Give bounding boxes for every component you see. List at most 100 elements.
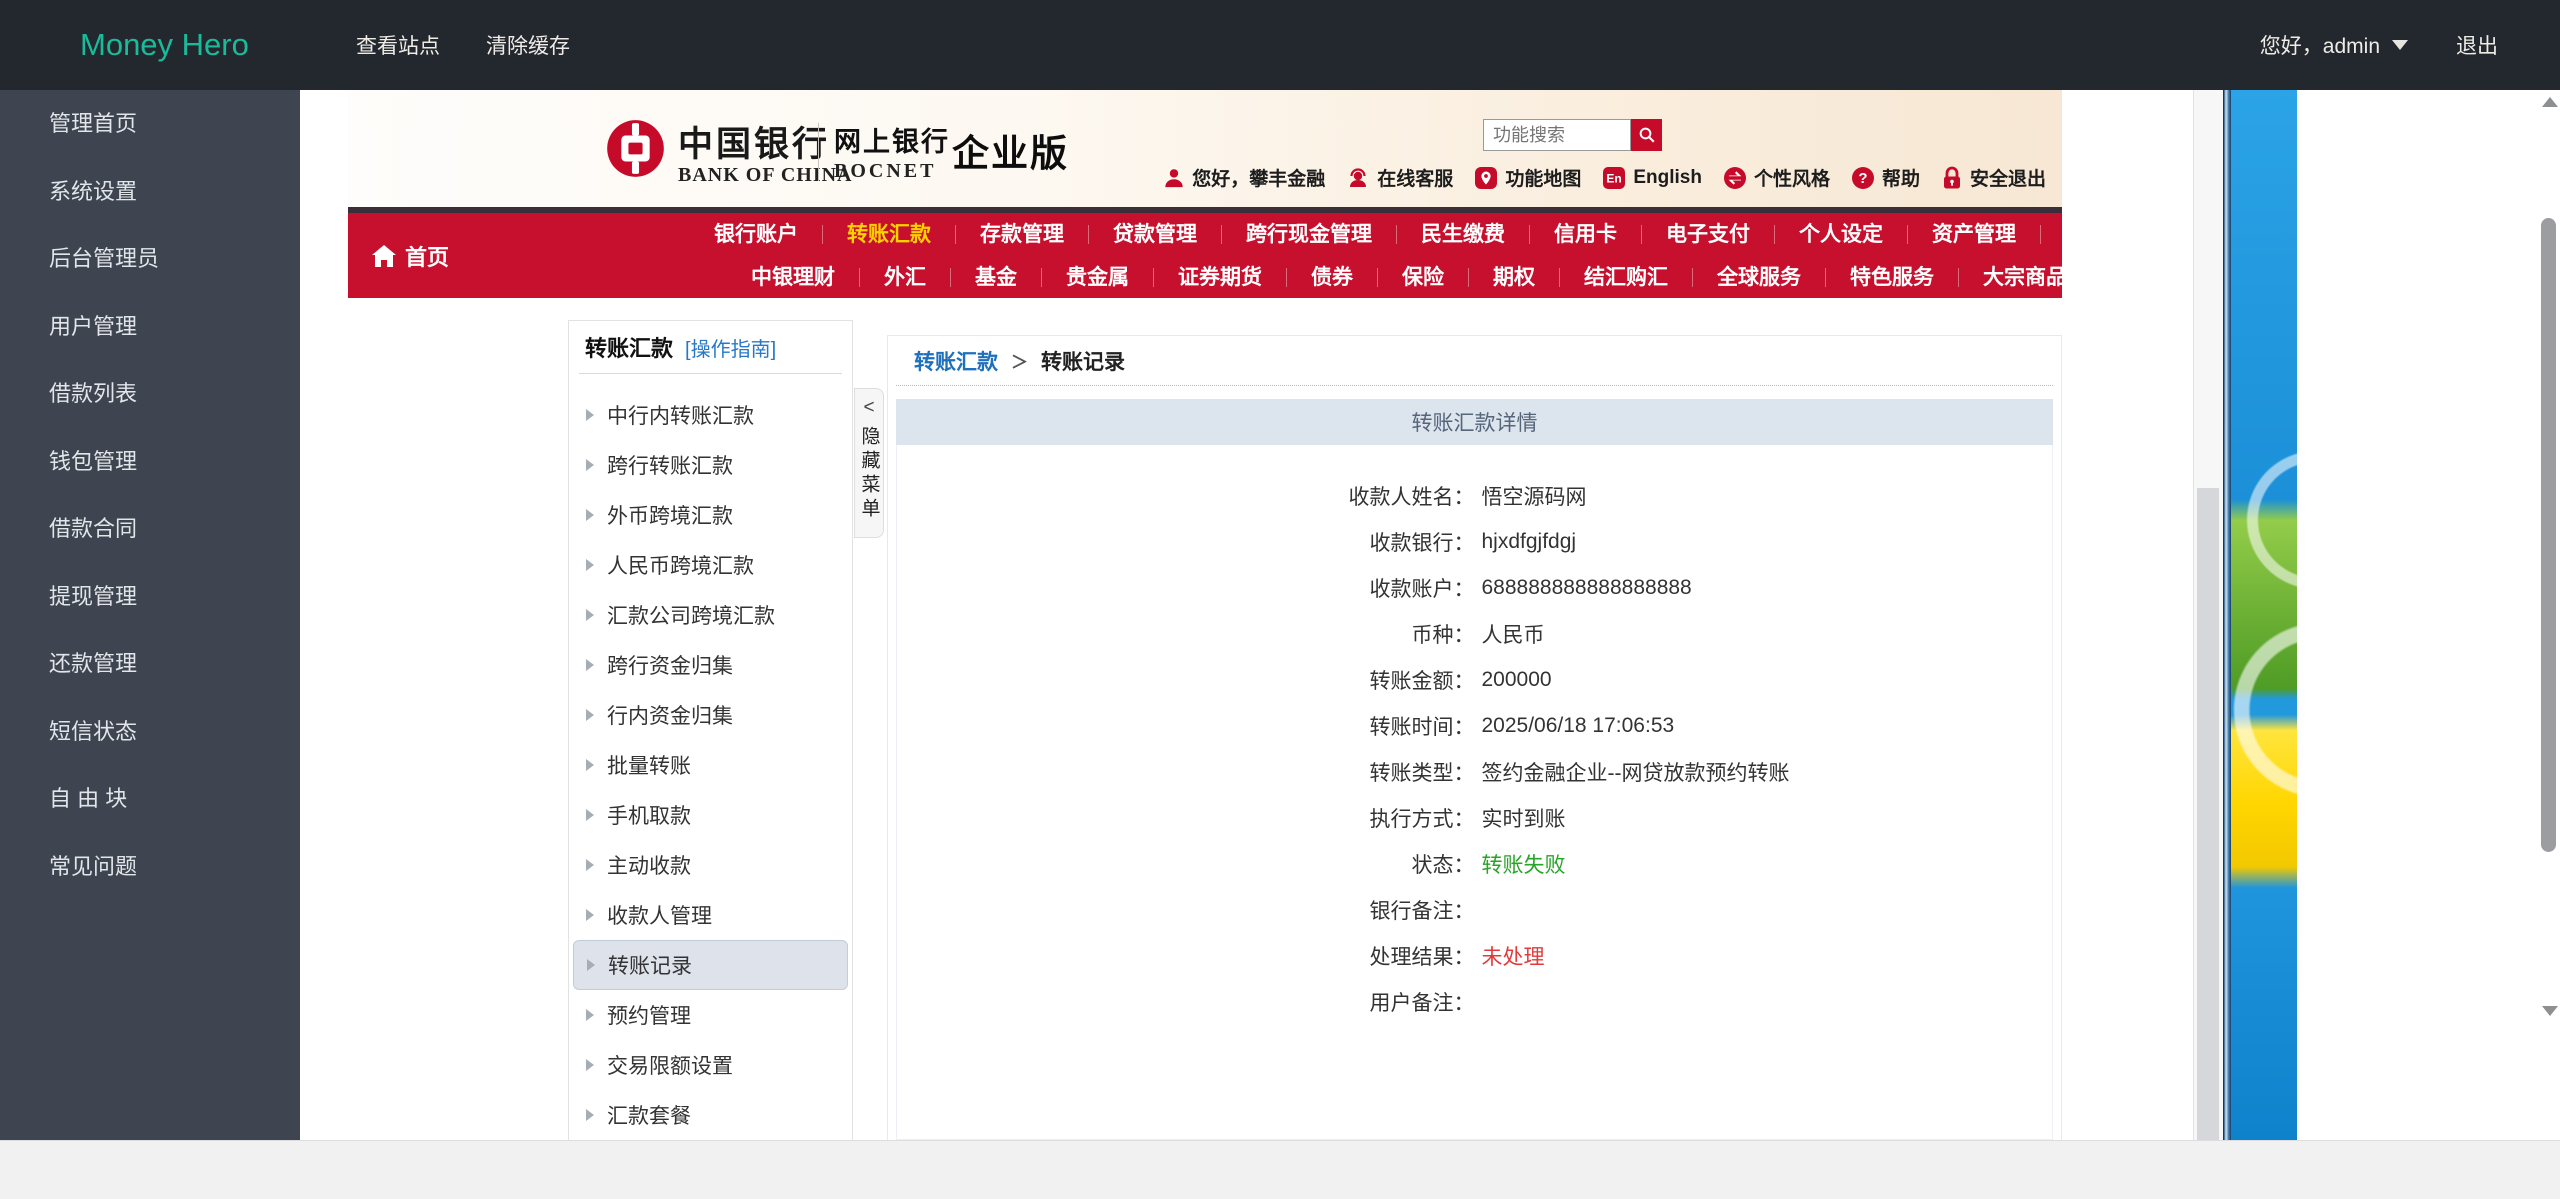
svg-text:En: En xyxy=(1607,171,1622,185)
menu-item-label: 手机取款 xyxy=(607,800,691,830)
menu-title-text: 转账汇款 xyxy=(585,331,673,363)
online-service-label: 在线客服 xyxy=(1377,164,1453,191)
clear-cache-link[interactable]: 清除缓存 xyxy=(486,30,570,60)
menu-item-cross-bank-pooling[interactable]: 跨行资金归集 xyxy=(569,640,852,690)
nav-item-credit-card[interactable]: 信用卡 xyxy=(1530,225,1642,244)
map-pin-icon xyxy=(1474,166,1498,190)
nav-item-entrepreneur-services[interactable]: 企业家服务 xyxy=(2041,225,2193,244)
sidebar-item-admins[interactable]: 后台管理员 xyxy=(0,225,300,293)
nav-item-securities-futures[interactable]: 证券期货 xyxy=(1154,268,1287,287)
style-switch-link[interactable]: 个性风格 xyxy=(1723,164,1830,191)
user-menu[interactable]: 您好，admin xyxy=(2260,30,2408,60)
sidebar-item-free-block[interactable]: 自 由 块 xyxy=(0,765,300,833)
operation-guide-link[interactable]: [操作指南] xyxy=(685,333,776,362)
menu-item-cross-bank-transfer[interactable]: 跨行转账汇款 xyxy=(569,440,852,490)
logout-link[interactable]: 退出 xyxy=(2456,30,2498,60)
menu-item-intra-bank-transfer[interactable]: 中行内转账汇款 xyxy=(569,390,852,440)
nav-item-precious-metals[interactable]: 贵金属 xyxy=(1042,268,1154,287)
search-button[interactable] xyxy=(1631,119,1662,151)
menu-item-batch-transfer[interactable]: 批量转账 xyxy=(569,740,852,790)
menu-item-active-collection[interactable]: 主动收款 xyxy=(569,840,852,890)
sidebar-item-wallet[interactable]: 钱包管理 xyxy=(0,428,300,496)
breadcrumb-parent[interactable]: 转账汇款 xyxy=(914,346,998,376)
sidebar-item-repayment[interactable]: 还款管理 xyxy=(0,630,300,698)
function-map-link[interactable]: 功能地图 xyxy=(1474,164,1581,191)
english-link[interactable]: En English xyxy=(1602,166,1702,190)
footer-band xyxy=(0,1140,2560,1199)
detail-label: 转账金额： xyxy=(897,665,1475,695)
detail-label: 币种： xyxy=(897,619,1475,649)
sidebar-item-system-settings[interactable]: 系统设置 xyxy=(0,158,300,226)
nav-item-boc-wealth[interactable]: 中银理财 xyxy=(727,268,860,287)
function-map-label: 功能地图 xyxy=(1505,164,1581,191)
menu-item-transaction-limit[interactable]: 交易限额设置 xyxy=(569,1040,852,1090)
arrow-right-icon xyxy=(586,909,594,921)
sidebar-item-loan-contract[interactable]: 借款合同 xyxy=(0,495,300,563)
header-divider xyxy=(818,123,819,181)
nav-item-personal-settings[interactable]: 个人设定 xyxy=(1775,225,1908,244)
nav-item-cross-bank-cash[interactable]: 跨行现金管理 xyxy=(1222,225,1397,244)
detail-value: 2025/06/18 17:06:53 xyxy=(1475,714,2053,738)
menu-item-intra-bank-pooling[interactable]: 行内资金归集 xyxy=(569,690,852,740)
sidebar-item-home[interactable]: 管理首页 xyxy=(0,90,300,158)
logged-in-user[interactable]: 您好，攀丰金融 xyxy=(1163,164,1325,191)
nav-item-funds[interactable]: 基金 xyxy=(951,268,1042,287)
menu-item-label: 交易限额设置 xyxy=(607,1050,733,1080)
hide-menu-tab[interactable]: < 隐藏菜单 xyxy=(854,388,884,538)
brand-logo[interactable]: Money Hero xyxy=(80,0,249,90)
english-label: English xyxy=(1633,167,1702,189)
outer-scrollbar-thumb[interactable] xyxy=(2541,218,2556,852)
nav-row-1: 银行账户 转账汇款 存款管理 贷款管理 跨行现金管理 民生缴费 信用卡 电子支付… xyxy=(690,213,2193,256)
help-link[interactable]: ? 帮助 xyxy=(1851,164,1920,191)
sidebar-item-faq[interactable]: 常见问题 xyxy=(0,833,300,901)
sidebar-item-users[interactable]: 用户管理 xyxy=(0,293,300,361)
nav-item-options[interactable]: 期权 xyxy=(1469,268,1560,287)
nav-item-transfer[interactable]: 转账汇款 xyxy=(823,225,956,244)
nav-item-deposit[interactable]: 存款管理 xyxy=(956,225,1089,244)
nav-item-commodities[interactable]: 大宗商品 xyxy=(1959,268,2091,287)
menu-item-label: 汇款公司跨境汇款 xyxy=(607,600,775,630)
nav-item-bonds[interactable]: 债券 xyxy=(1287,268,1378,287)
nav-item-global-services[interactable]: 全球服务 xyxy=(1693,268,1826,287)
outer-scroll-up-icon[interactable] xyxy=(2542,97,2558,107)
arrow-right-icon xyxy=(586,1059,594,1071)
arrow-right-icon xyxy=(586,409,594,421)
menu-item-remit-package[interactable]: 汇款套餐 xyxy=(569,1090,852,1140)
nav-item-fx-settlement[interactable]: 结汇购汇 xyxy=(1560,268,1693,287)
view-site-link[interactable]: 查看站点 xyxy=(356,30,440,60)
nav-item-epay[interactable]: 电子支付 xyxy=(1642,225,1775,244)
nav-item-insurance[interactable]: 保险 xyxy=(1378,268,1469,287)
detail-label: 状态： xyxy=(897,849,1475,879)
nav-item-livelihood-pay[interactable]: 民生缴费 xyxy=(1397,225,1530,244)
arrow-right-icon xyxy=(586,1009,594,1021)
inner-scrollbar-thumb[interactable] xyxy=(2197,488,2219,1140)
nav-item-forex[interactable]: 外汇 xyxy=(860,268,951,287)
sidebar-item-withdraw[interactable]: 提现管理 xyxy=(0,563,300,631)
menu-item-transfer-records[interactable]: 转账记录 xyxy=(573,940,848,990)
nav-home[interactable]: 首页 xyxy=(372,213,449,298)
topbar-right: 您好，admin 退出 xyxy=(2260,0,2498,90)
online-service-link[interactable]: 在线客服 xyxy=(1346,164,1453,191)
arrow-right-icon xyxy=(587,959,595,971)
menu-item-mobile-withdraw[interactable]: 手机取款 xyxy=(569,790,852,840)
sidebar-item-loan-list[interactable]: 借款列表 xyxy=(0,360,300,428)
detail-label: 转账类型： xyxy=(897,757,1475,787)
en-badge-icon: En xyxy=(1602,166,1626,190)
nav-item-loan[interactable]: 贷款管理 xyxy=(1089,225,1222,244)
menu-item-remit-company-cross-border[interactable]: 汇款公司跨境汇款 xyxy=(569,590,852,640)
menu-item-payee-management[interactable]: 收款人管理 xyxy=(569,890,852,940)
nav-item-featured-services[interactable]: 特色服务 xyxy=(1826,268,1959,287)
search-input[interactable] xyxy=(1483,119,1631,151)
sidebar-item-sms-status[interactable]: 短信状态 xyxy=(0,698,300,766)
secure-logout-link[interactable]: 安全退出 xyxy=(1941,164,2046,191)
nav-item-bank-accounts[interactable]: 银行账户 xyxy=(690,225,823,244)
menu-item-label: 跨行转账汇款 xyxy=(607,450,733,480)
menu-item-foreign-currency-remit[interactable]: 外币跨境汇款 xyxy=(569,490,852,540)
outer-scroll-down-icon[interactable] xyxy=(2542,1006,2558,1016)
nav-item-asset-management[interactable]: 资产管理 xyxy=(1908,225,2041,244)
admin-sidebar: 管理首页 系统设置 后台管理员 用户管理 借款列表 钱包管理 借款合同 提现管理… xyxy=(0,90,300,1140)
menu-item-reservation-management[interactable]: 预约管理 xyxy=(569,990,852,1040)
detail-value: 688888888888888888 xyxy=(1475,576,2053,600)
menu-item-rmb-cross-border[interactable]: 人民币跨境汇款 xyxy=(569,540,852,590)
topbar-links: 查看站点 清除缓存 xyxy=(356,0,570,90)
